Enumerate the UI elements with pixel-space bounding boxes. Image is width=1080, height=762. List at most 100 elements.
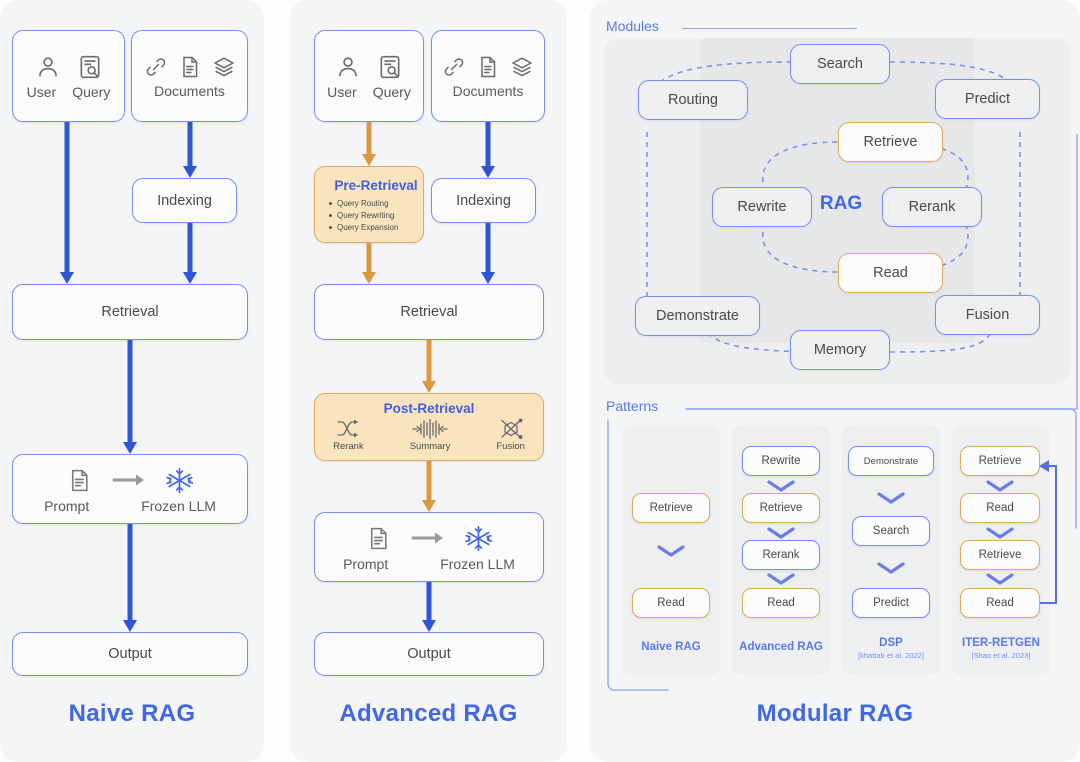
arrow-generation-output — [122, 524, 138, 632]
module-label: Search — [817, 56, 863, 72]
module-node-read[interactable]: Read — [838, 253, 943, 293]
pattern-chevron — [657, 545, 685, 557]
module-label: Memory — [813, 342, 867, 358]
rerank-icon — [335, 418, 361, 440]
pattern-node-read[interactable]: Read — [742, 588, 820, 618]
module-label: Rewrite — [737, 199, 787, 215]
pattern-node-retrieve[interactable]: Retrieve — [632, 493, 710, 523]
module-node-routing[interactable]: Routing — [638, 80, 748, 120]
node-generation: Prompt Frozen LLM — [12, 454, 248, 524]
node-documents: Documents — [131, 30, 248, 122]
module-label: Routing — [668, 92, 718, 108]
pattern-node-rewrite[interactable]: Rewrite — [742, 446, 820, 476]
pattern-chevron — [767, 527, 795, 539]
pattern-node-demonstrate[interactable]: Demonstrate — [848, 446, 934, 476]
node-documents: Documents — [431, 30, 545, 122]
output-label: Output — [108, 646, 152, 662]
pre-retrieval-item: Query Rewriting — [329, 211, 394, 220]
query-label: Query — [72, 84, 111, 100]
pre-retrieval-item: Query Routing — [329, 199, 389, 208]
arrow-indexing-retrieval — [480, 223, 496, 284]
prompt-label: Prompt — [44, 497, 90, 514]
arrow-documents-indexing — [480, 122, 496, 178]
pattern-node-retrieve[interactable]: Retrieve — [960, 540, 1040, 570]
user-label: User — [327, 84, 357, 100]
pattern-caption-advanced-rag: Advanced RAG — [739, 641, 823, 653]
rag-paradigms-diagram: User Query Documents Indexing Retrieval … — [0, 0, 1080, 762]
module-node-rewrite[interactable]: Rewrite — [712, 187, 812, 227]
pattern-chevron — [986, 527, 1014, 539]
node-retrieval: Retrieval — [12, 284, 248, 340]
pattern-node-predict[interactable]: Predict — [852, 588, 930, 618]
documents-label: Documents — [452, 83, 524, 99]
retrieval-label: Retrieval — [400, 304, 458, 320]
node-generation: Prompt Frozen LLM — [314, 512, 544, 582]
user-icon — [335, 54, 361, 80]
module-label: Rerank — [908, 199, 956, 215]
node-indexing: Indexing — [431, 178, 536, 223]
modules-section-rule — [682, 28, 857, 30]
document-icon — [476, 55, 500, 79]
pattern-node-read[interactable]: Read — [960, 493, 1040, 523]
module-label: Predict — [964, 91, 1011, 107]
query-icon — [77, 54, 103, 80]
arrow-right-icon — [112, 473, 146, 487]
module-label: Read — [873, 265, 908, 281]
pattern-node-search[interactable]: Search — [852, 516, 930, 546]
node-user-query: User Query — [314, 30, 424, 122]
pattern-chevron — [767, 573, 795, 585]
layers-icon — [510, 55, 534, 79]
user-label: User — [26, 84, 57, 100]
prompt-icon — [366, 526, 391, 551]
module-node-demonstrate[interactable]: Demonstrate — [635, 296, 760, 336]
arrow-query-preretrieval — [361, 122, 377, 166]
link-icon — [442, 55, 466, 79]
module-node-predict[interactable]: Predict — [935, 79, 1040, 119]
node-retrieval: Retrieval — [314, 284, 544, 340]
pattern-node-retrieve[interactable]: Retrieve — [742, 493, 820, 523]
module-node-retrieve[interactable]: Retrieve — [838, 122, 943, 162]
prompt-icon — [67, 468, 92, 493]
pattern-node-read[interactable]: Read — [960, 588, 1040, 618]
arrow-query-retrieval — [59, 122, 75, 284]
arrow-right-icon — [411, 531, 445, 545]
module-node-memory[interactable]: Memory — [790, 330, 890, 370]
module-node-fusion[interactable]: Fusion — [935, 295, 1040, 335]
document-icon — [178, 55, 202, 79]
frozen-llm-label: Frozen LLM — [141, 497, 216, 514]
pattern-caption-dsp: DSP — [879, 637, 903, 649]
pattern-node-rerank[interactable]: Rerank — [742, 540, 820, 570]
snowflake-icon — [465, 525, 492, 552]
pattern-node-retrieve[interactable]: Retrieve — [960, 446, 1040, 476]
panel-naive-rag: User Query Documents Indexing Retrieval … — [0, 0, 264, 762]
modules-center-label: RAG — [819, 193, 863, 214]
post-retrieval-item: Rerank — [333, 418, 364, 452]
arrow-retrieval-generation — [122, 340, 138, 454]
module-label: Retrieve — [863, 134, 918, 150]
patterns-section-label: Patterns — [606, 398, 659, 414]
indexing-label: Indexing — [456, 192, 511, 209]
node-output: Output — [314, 632, 544, 676]
panel-advanced-rag: User Query Documents Pre-Retrieval Query… — [290, 0, 567, 762]
module-node-rerank[interactable]: Rerank — [882, 187, 982, 227]
user-icon — [35, 54, 61, 80]
documents-label: Documents — [154, 83, 225, 99]
node-pre-retrieval: Pre-Retrieval Query Routing Query Rewrit… — [314, 166, 424, 243]
panel-title-advanced: Advanced RAG — [339, 700, 518, 727]
post-retrieval-item: Summary — [410, 418, 450, 452]
arrow-preretrieval-retrieval — [361, 243, 377, 284]
module-node-search[interactable]: Search — [790, 44, 890, 84]
node-user-query: User Query — [12, 30, 125, 122]
pattern-chevron — [986, 573, 1014, 585]
pattern-citation-iter-retgen: [Shao et al. 2023] — [971, 651, 1031, 660]
indexing-label: Indexing — [157, 192, 212, 209]
module-label: Fusion — [965, 307, 1010, 323]
output-label: Output — [407, 646, 451, 662]
prompt-label: Prompt — [343, 555, 389, 572]
retrieval-label: Retrieval — [101, 304, 159, 320]
pattern-node-read[interactable]: Read — [632, 588, 710, 618]
pattern-chevron — [877, 492, 905, 504]
frozen-llm-label: Frozen LLM — [440, 555, 515, 572]
fusion-icon — [498, 418, 524, 440]
pattern-chevron — [877, 562, 905, 574]
